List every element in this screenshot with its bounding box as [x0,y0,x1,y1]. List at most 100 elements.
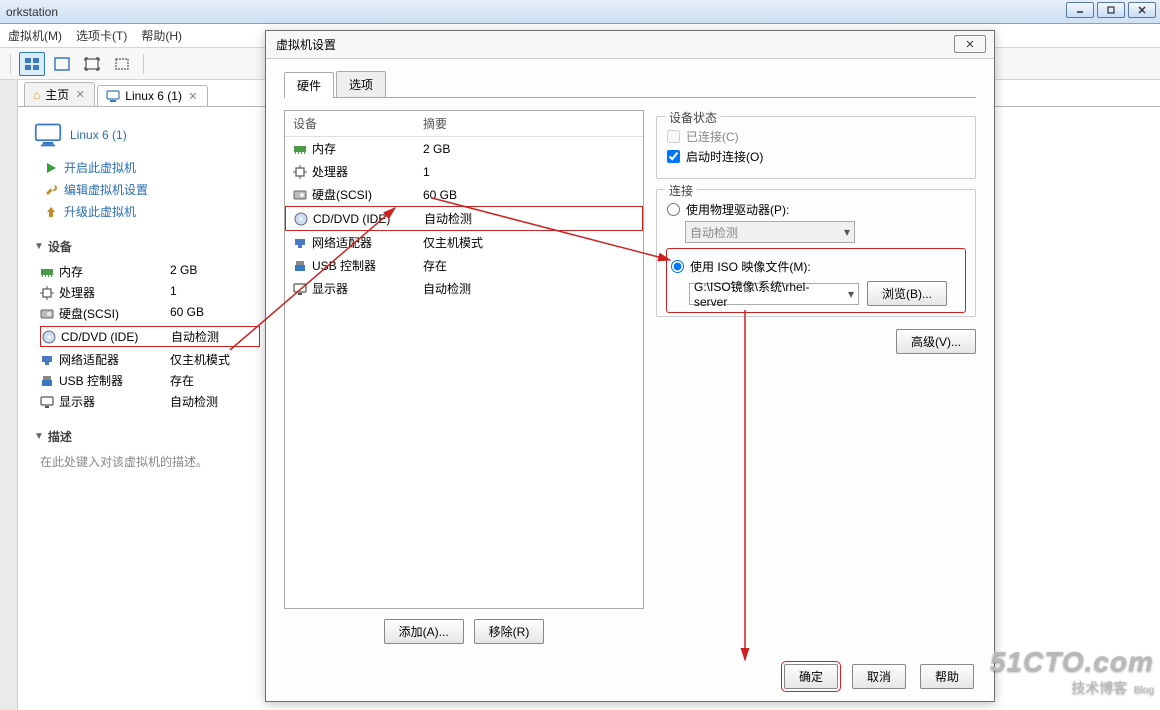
view-thumbnails-button[interactable] [19,52,45,76]
advanced-button[interactable]: 高级(V)... [896,329,976,354]
close-icon[interactable]: ✕ [74,89,86,101]
iso-row: G:\ISO镜像\系统\rhel-server 浏览(B)... [689,281,961,306]
add-hardware-button[interactable]: 添加(A)... [384,619,464,644]
hardware-row[interactable]: USB 控制器存在 [285,254,643,277]
net-icon [40,353,54,367]
device-summary: 1 [170,284,260,301]
disk-icon [293,188,307,202]
toolbar-separator [143,54,144,74]
hw-device-cell: 内存 [293,140,423,157]
device-memory[interactable]: 内存 [40,263,170,280]
hardware-row[interactable]: 处理器1 [285,160,643,183]
menu-vm[interactable]: 虚拟机(M) [8,27,62,44]
close-icon[interactable]: ✕ [187,90,199,102]
hardware-row[interactable]: 硬盘(SCSI) 60 GB [285,183,643,206]
remove-hardware-button[interactable]: 移除(R) [474,619,545,644]
hardware-buttons: 添加(A)... 移除(R) [284,609,644,654]
dialog-close-button[interactable] [954,35,986,53]
device-net[interactable]: 网络适配器 [40,351,170,368]
watermark-blog: Blog [1134,685,1154,696]
disk-icon [40,307,54,321]
device-name-label: CD/DVD (IDE) [61,330,138,344]
connect-at-poweron-checkbox[interactable]: 启动时连接(O) [667,148,965,165]
hw-summary-cell: 60 GB [423,188,457,202]
tab-vm-label: Linux 6 (1) [125,89,182,103]
hardware-row[interactable]: CD/DVD (IDE) 自动检测 [285,206,643,231]
device-usb[interactable]: USB 控制器 [40,372,170,389]
hw-device-cell: 处理器 [293,163,423,180]
device-name-label: 显示器 [59,393,95,410]
hw-summary-cell: 自动检测 [424,210,472,227]
maximize-button[interactable] [1097,2,1125,18]
tab-vm[interactable]: Linux 6 (1) ✕ [97,85,208,106]
window-controls [1066,2,1156,18]
usb-icon [293,259,307,273]
hw-device-cell: USB 控制器 [293,257,423,274]
hardware-row[interactable]: 内存2 GB [285,137,643,160]
vm-title-text: Linux 6 (1) [70,128,127,142]
device-name-label: 处理器 [59,284,95,301]
hw-summary-cell: 自动检测 [423,280,471,297]
window-title: orkstation [6,5,58,19]
cpu-icon [293,165,307,179]
minimize-button[interactable] [1066,2,1094,18]
menu-help[interactable]: 帮助(H) [141,27,182,44]
devices-header-label: 设备 [48,238,72,255]
device-summary: 存在 [170,372,260,389]
hw-summary-cell: 存在 [423,257,447,274]
tab-home-label: 主页 [45,86,69,103]
upgrade-label: 升级此虚拟机 [64,203,136,220]
hw-device-label: CD/DVD (IDE) [313,212,390,226]
device-summary: 自动检测 [170,393,260,410]
browse-button[interactable]: 浏览(B)... [867,281,947,306]
cancel-button[interactable]: 取消 [852,664,906,689]
tab-options[interactable]: 选项 [336,71,386,97]
wrench-icon [44,183,58,197]
dialog-tabs: 硬件 选项 [284,71,976,98]
ok-button[interactable]: 确定 [784,664,838,689]
fullscreen-button[interactable] [79,52,105,76]
help-button[interactable]: 帮助 [920,664,974,689]
cd-icon [42,330,56,344]
view-single-button[interactable] [49,52,75,76]
description-header-label: 描述 [48,428,72,445]
tab-hardware[interactable]: 硬件 [284,72,334,98]
device-summary: 2 GB [170,263,260,280]
device-cpu[interactable]: 处理器 [40,284,170,301]
connected-checkbox: 已连接(C) [667,128,965,145]
watermark-line2: 技术博客 [1071,680,1127,696]
device-summary: 60 GB [170,305,260,322]
device-cd[interactable]: CD/DVD (IDE) [40,326,170,347]
device-disk[interactable]: 硬盘(SCSI) [40,305,170,322]
hw-device-label: 内存 [312,140,336,157]
home-icon: ⌂ [33,88,40,102]
dialog-titlebar: 虚拟机设置 [266,31,994,59]
connection-group: 连接 使用物理驱动器(P): 自动检测 使用 ISO 映像文件(M): G:\I… [656,189,976,317]
col-summary: 摘要 [423,115,447,132]
chevron-down-icon: ▼ [34,241,44,252]
unity-button[interactable] [109,52,135,76]
hardware-list: 设备 摘要 内存2 GB处理器1硬盘(SCSI)60 GBCD/DVD (IDE… [284,110,644,609]
close-button[interactable] [1128,2,1156,18]
hardware-row[interactable]: 网络适配器仅主机模式 [285,231,643,254]
iso-file-radio[interactable]: 使用 ISO 映像文件(M): [671,258,961,275]
physical-drive-combo: 自动检测 [685,221,855,243]
device-display[interactable]: 显示器 [40,393,170,410]
display-icon [40,395,54,409]
device-name-label: 网络适配器 [59,351,119,368]
hw-device-label: 显示器 [312,280,348,297]
play-icon [44,161,58,175]
dialog-body: 硬件 选项 设备 摘要 内存2 GB处理器1硬盘(SCSI)60 GBCD/DV… [266,59,994,701]
iso-path-combo[interactable]: G:\ISO镜像\系统\rhel-server [689,283,859,305]
hardware-row[interactable]: 显示器 自动检测 [285,277,643,300]
hw-device-label: 处理器 [312,163,348,180]
hardware-right-panel: 设备状态 已连接(C) 启动时连接(O) 连接 使用物理驱动器(P): 自动检测… [656,110,976,654]
left-strip [0,80,18,710]
power-on-label: 开启此虚拟机 [64,159,136,176]
device-name-label: USB 控制器 [59,372,123,389]
physical-drive-radio[interactable]: 使用物理驱动器(P): [667,201,965,218]
tab-home[interactable]: ⌂ 主页 ✕ [24,82,95,106]
cpu-icon [40,286,54,300]
hw-device-label: 硬盘(SCSI) [312,186,372,203]
menu-tabs[interactable]: 选项卡(T) [76,27,127,44]
